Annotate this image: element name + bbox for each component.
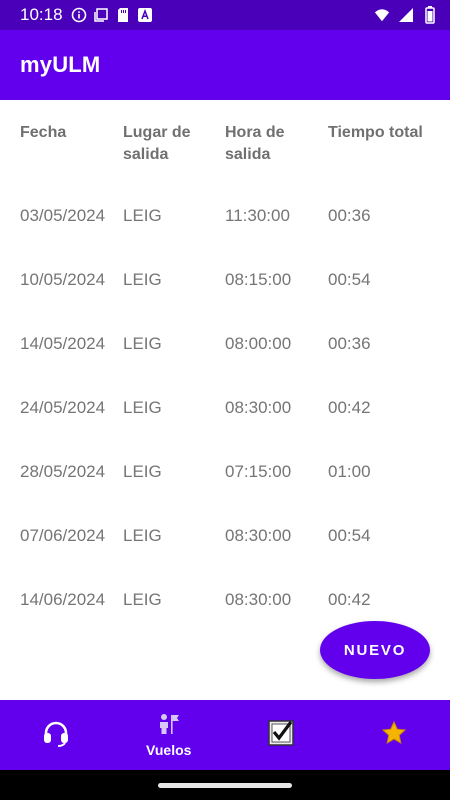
nav-label-vuelos: Vuelos: [146, 741, 192, 758]
cell-tiempo: 00:54: [328, 526, 371, 545]
table-row[interactable]: 10/05/2024 LEIG 08:15:00 00:54: [0, 270, 450, 310]
cell-hora: 08:30:00: [225, 398, 292, 417]
header-tiempo-total: Tiempo total: [328, 124, 423, 141]
app-bar: myULM: [0, 30, 450, 100]
cell-hora: 11:30:00: [225, 206, 290, 225]
header-hora-salida: Hora de salida: [225, 124, 285, 163]
cell-fecha: 14/06/2024: [20, 590, 106, 609]
cell-hora: 08:30:00: [225, 526, 292, 545]
table-row[interactable]: 24/05/2024 LEIG 08:30:00 00:42: [0, 398, 450, 438]
system-nav-bar: [0, 770, 450, 800]
cell-hora: 08:00:00: [225, 334, 292, 353]
cell-lugar: LEIG: [123, 270, 162, 289]
star-icon: [381, 720, 407, 751]
table-row[interactable]: 28/05/2024 LEIG 07:15:00 01:00: [0, 462, 450, 502]
headset-icon: [41, 718, 71, 753]
cell-tiempo: 00:36: [328, 334, 371, 353]
cell-hora: 08:15:00: [225, 270, 292, 289]
app-title: myULM: [20, 52, 101, 77]
cell-tiempo: 00:42: [328, 398, 371, 417]
font-a-icon: [137, 7, 153, 23]
signal-icon: [398, 7, 414, 23]
screenshot-icon: [93, 7, 109, 23]
flights-table[interactable]: Fecha Lugar de salida Hora de salida Tie…: [0, 100, 450, 700]
home-gesture-pill[interactable]: [158, 783, 292, 788]
status-time: 10:18: [20, 5, 63, 24]
cell-lugar: LEIG: [123, 526, 162, 545]
cell-fecha: 03/05/2024: [20, 206, 106, 225]
nav-item-support[interactable]: [0, 700, 113, 770]
cell-tiempo: 00:36: [328, 206, 371, 225]
nav-item-favorites[interactable]: [338, 700, 450, 770]
cell-hora: 08:30:00: [225, 590, 292, 609]
cell-fecha: 28/05/2024: [20, 462, 106, 481]
nav-item-checklist[interactable]: [225, 700, 338, 770]
cell-tiempo: 00:42: [328, 590, 371, 609]
table-header: Fecha Lugar de salida Hora de salida Tie…: [0, 122, 450, 172]
cell-fecha: 10/05/2024: [20, 270, 106, 289]
sd-card-icon: [115, 7, 131, 23]
header-fecha: Fecha: [20, 124, 67, 141]
table-row[interactable]: 07/06/2024 LEIG 08:30:00 00:54: [0, 526, 450, 566]
bottom-nav: Vuelos: [0, 700, 450, 770]
battery-icon: [422, 6, 438, 24]
checkbox-icon: [268, 719, 294, 751]
cell-tiempo: 01:00: [328, 462, 371, 481]
cell-fecha: 24/05/2024: [20, 398, 106, 417]
info-icon: [71, 7, 87, 23]
cell-tiempo: 00:54: [328, 270, 371, 289]
status-bar: 10:18: [0, 0, 450, 30]
table-row[interactable]: 14/05/2024 LEIG 08:00:00 00:36: [0, 334, 450, 374]
nuevo-button[interactable]: NUEVO: [320, 621, 430, 679]
cell-fecha: 14/05/2024: [20, 334, 106, 353]
cell-hora: 07:15:00: [225, 462, 292, 481]
header-lugar-salida: Lugar de salida: [123, 124, 191, 163]
pilot-flag-icon: [157, 713, 181, 740]
cell-lugar: LEIG: [123, 334, 162, 353]
cell-lugar: LEIG: [123, 206, 162, 225]
cell-lugar: LEIG: [123, 398, 162, 417]
table-row[interactable]: 03/05/2024 LEIG 11:30:00 00:36: [0, 206, 450, 246]
cell-fecha: 07/06/2024: [20, 526, 106, 545]
cell-lugar: LEIG: [123, 462, 162, 481]
wifi-icon: [374, 7, 390, 23]
nav-item-vuelos[interactable]: Vuelos: [113, 700, 226, 770]
cell-lugar: LEIG: [123, 590, 162, 609]
